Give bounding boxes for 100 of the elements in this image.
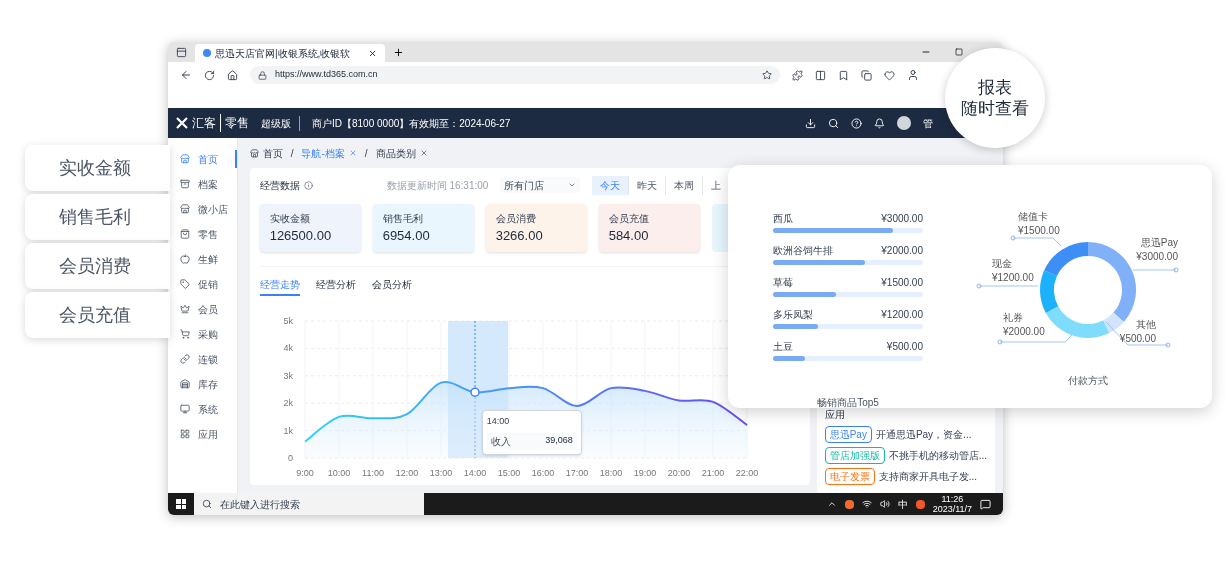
user-avatar-icon[interactable] bbox=[897, 116, 911, 130]
slice-amount: ¥1500.00 bbox=[1018, 225, 1060, 236]
slice-amount: ¥3000.00 bbox=[1136, 251, 1178, 262]
product-amount: ¥2000.00 bbox=[881, 244, 923, 258]
new-tab-icon[interactable] bbox=[393, 46, 404, 58]
product-name: 零售 bbox=[225, 115, 249, 132]
chart-caption: 畅销商品Top5 bbox=[816, 396, 880, 409]
slice-amount: ¥2000.00 bbox=[1003, 326, 1045, 337]
axis-tick-label: 15:00 bbox=[497, 468, 520, 478]
sidebar-item[interactable]: 生鲜 bbox=[168, 250, 237, 268]
grid-icon bbox=[180, 429, 190, 439]
download-icon[interactable] bbox=[805, 117, 816, 129]
leader-line bbox=[1010, 235, 1062, 247]
product-amount: ¥3000.00 bbox=[881, 212, 923, 226]
stat-value: 126500.00 bbox=[269, 227, 333, 245]
axis-tick-label: 19:00 bbox=[633, 468, 656, 478]
volume-icon[interactable] bbox=[879, 499, 890, 509]
sidebar-item[interactable]: 档案 bbox=[168, 175, 237, 193]
leader-line bbox=[976, 283, 1039, 289]
split-screen-icon[interactable] bbox=[815, 69, 826, 81]
stat-value: 6954.00 bbox=[382, 227, 431, 245]
axis-tick-label: 11:00 bbox=[361, 468, 384, 478]
site-logo-icon bbox=[203, 49, 211, 57]
notification-icon[interactable] bbox=[874, 117, 885, 129]
tooltip-value: 39,068 bbox=[545, 433, 573, 447]
sidebar-item[interactable]: 应用 bbox=[168, 425, 237, 443]
tooltip-time: 14:00 bbox=[486, 415, 511, 428]
browser-tab[interactable]: 思迅天店官网|收银系统,收银软 bbox=[195, 44, 385, 62]
axis-tick-label: 12:00 bbox=[395, 468, 418, 478]
stat-label: 会员消费 bbox=[495, 212, 537, 226]
sidebar-item[interactable]: 零售 bbox=[168, 225, 237, 243]
slice-label: 储值卡 bbox=[1018, 211, 1048, 222]
favorites-icon[interactable] bbox=[838, 69, 849, 81]
notification-center-icon[interactable] bbox=[980, 498, 991, 510]
chart-tab[interactable]: 会员分析 bbox=[371, 277, 412, 296]
monitor-icon bbox=[180, 404, 190, 414]
address-bar[interactable]: https://www.td365.com.cn bbox=[250, 66, 780, 84]
date-range-tab[interactable]: 本周 bbox=[666, 175, 704, 195]
product-amount: ¥1500.00 bbox=[881, 276, 923, 290]
lock-icon bbox=[258, 70, 267, 80]
callout-card: 实收金额 bbox=[25, 145, 170, 191]
user-name[interactable]: 管 bbox=[923, 115, 933, 131]
store-select[interactable]: 所有门店 bbox=[500, 177, 581, 193]
taskbar-search-field[interactable]: 在此键入进行搜索 bbox=[194, 493, 424, 515]
app-tray-icon[interactable] bbox=[844, 499, 854, 509]
ime-indicator[interactable]: 中 bbox=[897, 496, 908, 512]
logo-icon bbox=[176, 117, 188, 129]
callout-card: 会员充值 bbox=[25, 292, 170, 338]
search-icon[interactable] bbox=[828, 117, 839, 129]
chart-tab[interactable]: 经营走势 bbox=[259, 277, 300, 296]
chart-tab[interactable]: 经营分析 bbox=[315, 277, 356, 296]
apple-icon bbox=[180, 254, 190, 264]
profile-icon[interactable] bbox=[907, 69, 919, 81]
clock-date[interactable]: 2023/11/7 bbox=[932, 504, 972, 514]
breadcrumb-tab[interactable]: 商品类别 bbox=[375, 145, 428, 161]
app-tag[interactable]: 思迅Pay bbox=[824, 426, 872, 443]
stat-value: 3266.00 bbox=[495, 227, 544, 245]
clock-time[interactable]: 11:26 bbox=[941, 494, 964, 504]
stat-label: 实收金额 bbox=[269, 212, 311, 226]
leader-line bbox=[1105, 321, 1171, 348]
chevron-down-icon bbox=[568, 181, 577, 189]
data-point bbox=[469, 387, 480, 397]
sidebar-item[interactable]: 促销 bbox=[168, 275, 237, 293]
sidebar-item[interactable]: 采购 bbox=[168, 325, 237, 343]
breadcrumb-tab[interactable]: 首页 bbox=[249, 145, 283, 161]
favorite-icon[interactable] bbox=[762, 70, 772, 80]
sidebar-item[interactable]: 库存 bbox=[168, 375, 237, 393]
chevron-up-icon[interactable] bbox=[826, 499, 837, 509]
tag-icon bbox=[180, 279, 190, 289]
extensions-icon[interactable] bbox=[792, 69, 803, 81]
section-title: 经营数据 bbox=[259, 178, 300, 193]
tab-actions-icon[interactable] bbox=[176, 46, 187, 58]
app-tray-icon[interactable] bbox=[915, 499, 925, 509]
health-icon[interactable] bbox=[884, 69, 895, 81]
help-icon[interactable] bbox=[851, 117, 862, 129]
home-icon[interactable] bbox=[227, 69, 238, 81]
app-description: 不挑手机的移动管店... bbox=[888, 449, 987, 463]
date-range-tab[interactable]: 昨天 bbox=[629, 175, 667, 195]
sidebar-item[interactable]: 微小店 bbox=[168, 200, 237, 218]
slice-amount: ¥500.00 bbox=[1119, 333, 1156, 344]
leader-line bbox=[1132, 267, 1179, 273]
product-amount: ¥1200.00 bbox=[881, 308, 923, 322]
maximize-icon[interactable] bbox=[955, 48, 963, 56]
chart-caption: 付款方式 bbox=[1068, 374, 1108, 388]
app-description: 支持商家开具电子发... bbox=[878, 470, 977, 484]
info-icon[interactable] bbox=[303, 180, 313, 190]
axis-tick-label: 14:00 bbox=[463, 468, 486, 478]
sidebar-item[interactable]: 会员 bbox=[168, 300, 237, 318]
close-icon[interactable] bbox=[368, 48, 377, 58]
stat-label: 会员充值 bbox=[608, 212, 650, 226]
axis-tick-label: 13:00 bbox=[429, 468, 452, 478]
reload-icon[interactable] bbox=[204, 69, 215, 81]
windows-start-icon[interactable] bbox=[176, 499, 186, 509]
network-icon[interactable] bbox=[861, 499, 872, 509]
sidebar-item[interactable]: 连锁 bbox=[168, 350, 237, 368]
axis-tick-label: 21:00 bbox=[701, 468, 724, 478]
slice-label: 现金 bbox=[992, 258, 1012, 269]
collections-icon[interactable] bbox=[861, 69, 872, 81]
sidebar-item[interactable]: 系统 bbox=[168, 400, 237, 418]
back-icon[interactable] bbox=[180, 69, 192, 81]
